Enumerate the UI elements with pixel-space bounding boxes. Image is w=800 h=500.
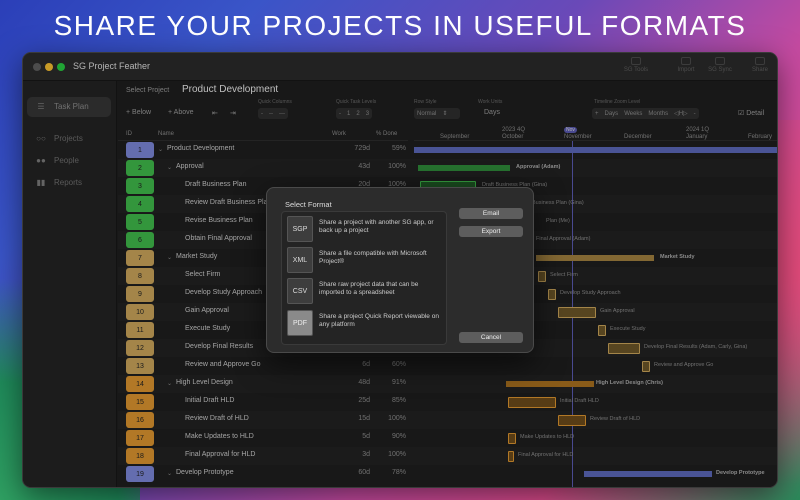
csv-file-icon: CSV xyxy=(287,278,313,304)
select-format-dialog: Select Format SGP Share a project with a… xyxy=(266,187,534,353)
format-description: Share a file compatible with Microsoft P… xyxy=(319,250,427,265)
cancel-button[interactable]: Cancel xyxy=(459,332,523,343)
format-option-pdf[interactable]: PDF Share a project Quick Report viewabl… xyxy=(287,310,443,338)
headline: SHARE YOUR PROJECTS IN USEFUL FORMATS xyxy=(53,10,747,41)
app-window: SG Project Feather SG Tools Import SG Sy… xyxy=(22,52,778,488)
format-description: Share a project Quick Report viewable on… xyxy=(319,313,439,328)
pdf-file-icon: PDF xyxy=(287,310,313,336)
sgp-file-icon: SGP xyxy=(287,216,313,242)
format-option-sgp[interactable]: SGP Share a project with another SG app,… xyxy=(287,216,443,244)
export-button[interactable]: Export xyxy=(459,226,523,237)
format-option-csv[interactable]: CSV Share raw project data that can be i… xyxy=(287,278,443,306)
dialog-title: Select Format xyxy=(285,200,332,209)
format-description: Share a project with another SG app, or … xyxy=(319,219,434,234)
email-button[interactable]: Email xyxy=(459,208,523,219)
format-option-xml[interactable]: XML Share a file compatible with Microso… xyxy=(287,247,443,275)
xml-file-icon: XML xyxy=(287,247,313,273)
format-list: SGP Share a project with another SG app,… xyxy=(281,211,447,345)
format-description: Share raw project data that can be impor… xyxy=(319,281,419,296)
